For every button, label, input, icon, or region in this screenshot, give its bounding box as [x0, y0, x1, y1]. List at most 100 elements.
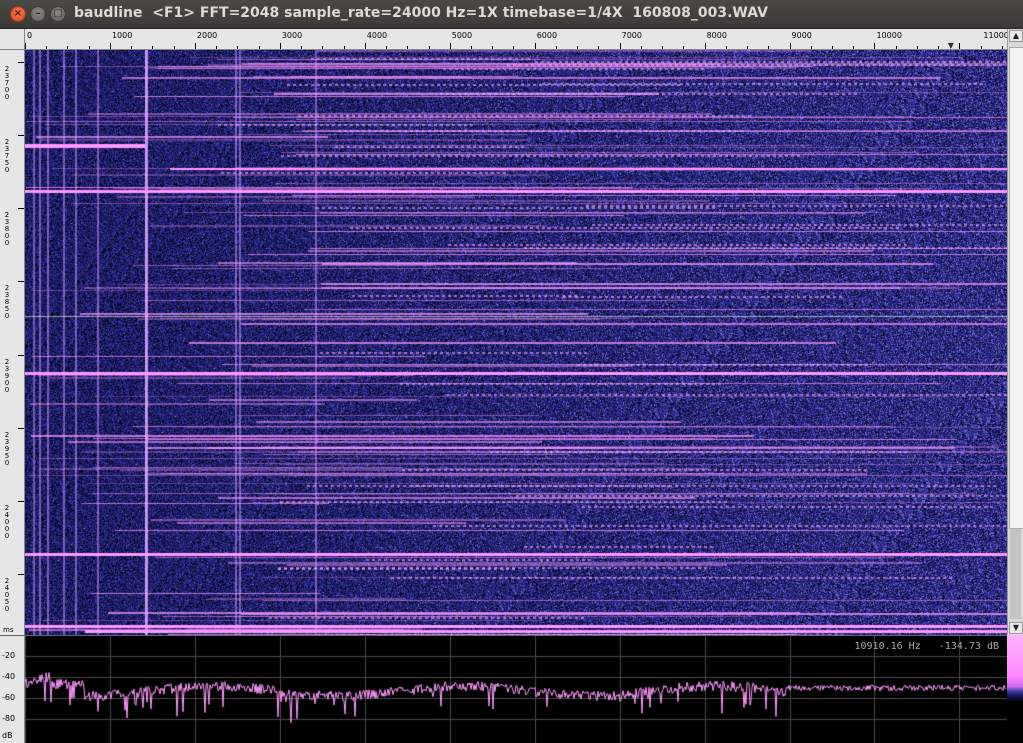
spectrum-graph[interactable] [25, 636, 1007, 743]
close-button[interactable]: × [10, 6, 26, 22]
readout-frequency: 10910.16 Hz [854, 641, 921, 652]
frequency-tick-label: 4000 [366, 31, 388, 40]
frequency-tick-label: 8000 [706, 31, 727, 40]
frequency-minor-tick [916, 46, 918, 49]
frequency-minor-tick [131, 46, 133, 49]
frequency-minor-tick [470, 46, 472, 49]
scroll-up-button[interactable]: ▲ [1009, 30, 1023, 42]
readout-level: -134.73 dB [938, 641, 999, 652]
scroll-track[interactable] [1010, 529, 1021, 619]
color-scale-bar [1007, 635, 1023, 743]
frequency-tick [789, 43, 791, 49]
frequency-minor-tick [46, 46, 48, 49]
frequency-minor-tick [301, 46, 303, 49]
time-axis: 23700 23750 23800 23850 23900 23950 24000 24050… [0, 50, 25, 635]
time-tick-label: 23800 [4, 211, 10, 248]
time-tick-label: 24050 [4, 576, 10, 613]
frequency-minor-tick [577, 46, 579, 49]
time-tick [18, 135, 24, 137]
frequency-minor-tick [662, 46, 664, 49]
frequency-tick [194, 43, 196, 49]
frequency-minor-tick [88, 46, 90, 49]
frequency-minor-tick [598, 46, 600, 49]
time-tick-label: 23900 [4, 357, 10, 394]
scroll-thumb[interactable] [1009, 47, 1023, 529]
frequency-minor-tick [683, 46, 685, 49]
frequency-tick [874, 43, 876, 49]
frequency-tick [959, 43, 961, 49]
frequency-tick-label: 5000 [451, 31, 473, 40]
time-tick [18, 281, 24, 283]
frequency-minor-tick [428, 46, 430, 49]
frequency-minor-tick [67, 46, 69, 49]
db-tick-label: -40 [2, 672, 16, 681]
time-tick-label: 23750 [4, 138, 10, 175]
spectrum-panel: -20 -40 -60 -80 dB 10910.16 Hz -134.73 dB [0, 635, 1007, 743]
maximize-icon: □ [53, 8, 63, 19]
chevron-down-icon: ▼ [1012, 623, 1020, 632]
frequency-tick [109, 43, 111, 49]
frequency-tick-label: 3000 [281, 31, 303, 40]
frequency-minor-tick [492, 46, 494, 49]
frequency-minor-tick [216, 46, 218, 49]
db-tick-label: -20 [2, 651, 16, 660]
frequency-minor-tick [810, 46, 812, 49]
time-units-label: ms [3, 626, 14, 634]
frequency-tick-label: 9000 [791, 31, 812, 40]
frequency-ruler[interactable]: ▼ 0 1000 2000 3000 4000 5000 6000 7000 8000 9000 1… [25, 29, 1022, 50]
frequency-marker-icon[interactable]: ▼ [948, 41, 954, 50]
minimize-button[interactable]: – [30, 6, 46, 22]
maximize-button[interactable]: □ [50, 6, 66, 22]
frequency-minor-tick [258, 46, 260, 49]
time-tick-label: 23950 [4, 430, 10, 467]
vertical-scrollbar[interactable]: ▲ ▼ [1007, 29, 1023, 635]
chevron-up-icon: ▲ [1012, 31, 1020, 40]
frequency-tick [25, 43, 26, 49]
time-tick-label: 23700 [4, 65, 10, 101]
minimize-icon: – [35, 8, 41, 19]
frequency-minor-tick [747, 46, 749, 49]
frequency-minor-tick [725, 46, 727, 49]
cursor-readout: 10910.16 Hz -134.73 dB [854, 641, 999, 652]
frequency-minor-tick [173, 46, 175, 49]
title-bar: × – □ baudline <F1> FFT=2048 sample_rate… [0, 0, 1023, 29]
frequency-tick-label: 1000 [111, 31, 133, 40]
db-tick-label: -60 [2, 693, 16, 702]
frequency-tick-label: 6000 [536, 31, 558, 40]
frequency-minor-tick [895, 46, 897, 49]
frequency-tick [534, 43, 536, 49]
frequency-tick [279, 43, 281, 49]
frequency-minor-tick [513, 46, 515, 49]
spectrogram-display[interactable] [25, 50, 1007, 635]
frequency-minor-tick [237, 46, 239, 49]
frequency-tick [619, 43, 621, 49]
frequency-tick [704, 43, 706, 49]
frequency-tick-label: 10000 [876, 31, 902, 40]
scroll-down-button[interactable]: ▼ [1009, 622, 1023, 634]
frequency-tick-label: 2000 [196, 31, 218, 40]
frequency-minor-tick [152, 46, 154, 49]
axis-corner [0, 29, 25, 50]
frequency-minor-tick [343, 46, 345, 49]
time-tick-label: 23850 [4, 284, 10, 321]
frequency-tick [364, 43, 366, 49]
time-tick [18, 427, 24, 429]
frequency-minor-tick [322, 46, 324, 49]
frequency-minor-tick [768, 46, 770, 49]
time-tick [18, 62, 24, 63]
frequency-minor-tick [980, 46, 982, 49]
time-tick [18, 208, 24, 210]
db-tick-label: -80 [2, 714, 16, 723]
frequency-tick [449, 43, 451, 49]
close-icon: × [13, 8, 23, 19]
time-tick [18, 354, 24, 356]
frequency-minor-tick [832, 46, 833, 49]
db-tick-label: dB [2, 731, 13, 740]
frequency-minor-tick [640, 46, 642, 49]
frequency-minor-tick [1001, 46, 1003, 49]
time-tick [18, 500, 24, 502]
frequency-tick-label: 7000 [621, 31, 642, 40]
frequency-minor-tick [853, 46, 855, 49]
frequency-minor-tick [555, 46, 557, 49]
frequency-minor-tick [938, 46, 940, 49]
